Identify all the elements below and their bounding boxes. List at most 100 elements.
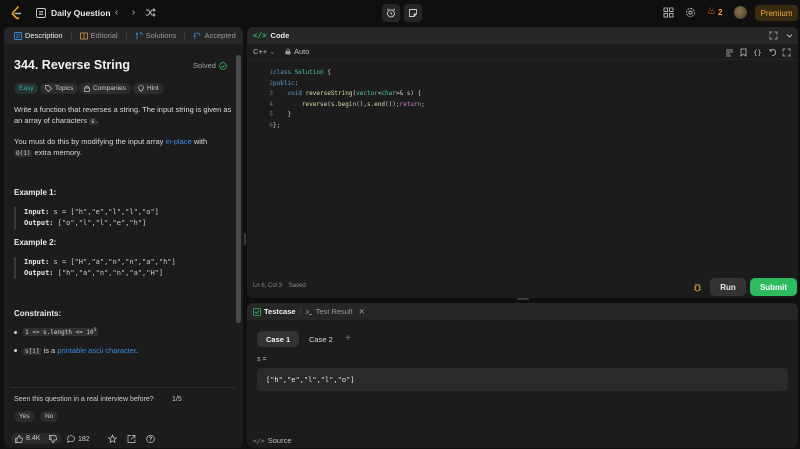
- leetcode-logo-icon[interactable]: [11, 6, 22, 20]
- code-line[interactable]: public:: [273, 79, 425, 90]
- vertical-resize-handle[interactable]: [244, 233, 246, 245]
- accepted-icon: [193, 32, 201, 39]
- tab-solutions-label: Solutions: [145, 31, 177, 40]
- solved-label: Solved: [193, 61, 216, 70]
- no-button[interactable]: No: [40, 411, 59, 422]
- code-line[interactable]: };: [273, 121, 425, 132]
- debugger-icon[interactable]: [693, 283, 702, 292]
- case-2-tab[interactable]: Case 2: [300, 331, 342, 347]
- problem-list-icon[interactable]: [36, 8, 46, 18]
- code-panel-title: Code: [270, 31, 290, 40]
- notes-button[interactable]: [404, 4, 422, 22]
- interview-question-prompt: Seen this question in a real interview b…: [14, 396, 154, 403]
- close-icon[interactable]: ✕: [359, 307, 365, 316]
- reset-undo-icon[interactable]: [768, 48, 777, 57]
- yes-button[interactable]: Yes: [14, 411, 35, 422]
- language-label: C++: [253, 47, 268, 56]
- source-label: Source: [267, 436, 292, 445]
- tab-description[interactable]: Description: [10, 27, 67, 44]
- avatar[interactable]: [734, 6, 747, 19]
- maximize-icon[interactable]: [769, 31, 778, 40]
- testcase-panel: Testcase Test Result ✕ Case 1 Case 2 + s…: [247, 303, 798, 448]
- solved-status: Solved: [193, 61, 227, 70]
- constraints-title: Constraints:: [14, 309, 62, 318]
- streak-count[interactable]: 2: [718, 8, 722, 17]
- tab-editorial[interactable]: Editorial: [76, 27, 122, 44]
- description-text: with: [193, 137, 208, 146]
- language-select[interactable]: C++ ⌄: [253, 47, 276, 56]
- code-line[interactable]: reverse(s.begin(),s.end());return;: [273, 100, 425, 111]
- constraint-exponent: 5: [93, 328, 97, 333]
- tab-divider: [299, 307, 301, 316]
- premium-button[interactable]: Premium: [755, 5, 798, 21]
- constraint-code: 1 <= s.length <= 10: [25, 329, 94, 336]
- tab-divider: [125, 31, 127, 40]
- hint-tag[interactable]: Hint: [133, 83, 164, 94]
- editor-toolbar: C++ ⌄ Auto: [247, 44, 798, 60]
- timer-button[interactable]: [382, 4, 400, 22]
- line-number: 4: [269, 100, 273, 108]
- terminal-icon: [305, 309, 312, 315]
- constraint-item: 1 <= s.length <= 105: [14, 328, 99, 336]
- code-line[interactable]: class Solution {: [273, 68, 425, 79]
- auto-mode-toggle[interactable]: Auto: [285, 47, 309, 56]
- case-1-tab[interactable]: Case 1: [257, 331, 300, 347]
- fullscreen-icon[interactable]: [782, 48, 791, 57]
- printable-ascii-link[interactable]: printable ascii character: [57, 346, 136, 355]
- topics-label: Topics: [55, 85, 74, 92]
- example-input: s = ["h","e","l","l","o"]: [53, 208, 159, 216]
- comments-button[interactable]: 182: [67, 434, 90, 444]
- next-problem-chevron-right-icon[interactable]: ›: [128, 7, 139, 18]
- testcase-input-field[interactable]: ["h","e","l","l","o"]: [257, 368, 788, 391]
- format-lines-icon[interactable]: [725, 48, 734, 57]
- star-favorite-icon[interactable]: [108, 434, 117, 444]
- tab-accepted[interactable]: Accepted: [189, 27, 239, 44]
- prev-problem-chevron-left-icon[interactable]: ‹: [111, 7, 122, 18]
- code-line[interactable]: void reverseString(vector<char>& s) {: [273, 89, 425, 100]
- saved-status: Saved: [288, 283, 306, 289]
- share-external-link-icon[interactable]: [127, 434, 136, 444]
- source-button[interactable]: </> Source: [253, 436, 292, 445]
- in-place-link[interactable]: in-place: [165, 137, 191, 146]
- tab-solutions[interactable]: Solutions: [131, 27, 181, 44]
- line-numbers: 1 2 3 4 5 6: [257, 68, 273, 131]
- code-line[interactable]: }: [273, 110, 425, 121]
- layout-grid-icon[interactable]: [663, 7, 674, 18]
- help-question-icon[interactable]: [146, 434, 155, 444]
- top-nav: Daily Question ‹ › ♨ 2 Premium: [0, 0, 800, 26]
- inline-code: O(1): [14, 150, 33, 157]
- like-button[interactable]: 8.4K: [11, 433, 62, 444]
- run-button[interactable]: Run: [710, 278, 746, 296]
- tab-description-label: Description: [25, 31, 63, 40]
- topics-tag[interactable]: Topics: [40, 83, 79, 94]
- lightbulb-icon: [138, 85, 144, 92]
- description-text: .: [96, 116, 99, 125]
- cursor-position: Ln 6, Col 3: [253, 283, 283, 289]
- bookmark-icon[interactable]: [739, 48, 748, 57]
- thumbs-down-icon[interactable]: [49, 434, 58, 443]
- input-label: Input:: [24, 258, 50, 266]
- companies-tag[interactable]: Companies: [79, 83, 131, 94]
- horizontal-resize-handle[interactable]: [517, 298, 529, 300]
- shuffle-icon[interactable]: [145, 7, 156, 18]
- code-editor[interactable]: class Solution {public: void reverseStri…: [273, 68, 425, 131]
- description-footer: 8.4K 182: [4, 430, 243, 448]
- tab-testcase[interactable]: Testcase: [253, 307, 296, 316]
- tab-test-result[interactable]: Test Result ✕: [305, 307, 365, 316]
- line-number: 5: [269, 111, 273, 118]
- line-number: 1: [269, 69, 273, 76]
- description-scrollbar[interactable]: [236, 55, 241, 323]
- alarm-clock-icon: [386, 8, 396, 18]
- add-testcase-plus-icon[interactable]: +: [345, 333, 351, 344]
- like-count: 8.4K: [26, 435, 41, 442]
- submit-button[interactable]: Submit: [750, 278, 797, 296]
- lock-icon: [84, 85, 90, 92]
- checkbox-icon: [253, 307, 261, 316]
- daily-question-title[interactable]: Daily Question: [51, 8, 111, 18]
- braces-icon[interactable]: {}: [753, 48, 762, 57]
- collapse-chevron-icon[interactable]: [785, 31, 794, 40]
- settings-gear-icon[interactable]: [685, 7, 696, 18]
- tag-icon: [45, 85, 52, 92]
- constraint-item: s[i] is a printable ascii character.: [14, 346, 138, 355]
- description-text: You must do this by modifying the input …: [14, 137, 164, 146]
